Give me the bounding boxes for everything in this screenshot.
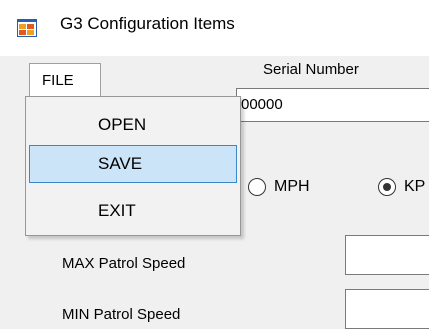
menu-item-open[interactable]: OPEN	[29, 106, 237, 144]
min-patrol-speed-label: MIN Patrol Speed	[62, 306, 181, 323]
mph-label: MPH	[274, 178, 310, 195]
menu-file-label: FILE	[42, 72, 74, 89]
menu-item-save[interactable]: SAVE	[29, 145, 237, 183]
serial-number-input[interactable]: 00000	[236, 88, 429, 122]
serial-number-value: 00000	[241, 96, 283, 113]
menu-item-save-label: SAVE	[98, 154, 143, 173]
file-dropdown-menu: OPEN SAVE EXIT	[25, 96, 241, 236]
app-window-icon	[17, 19, 37, 37]
min-patrol-speed-input[interactable]	[345, 289, 429, 329]
menu-item-exit[interactable]: EXIT	[29, 192, 237, 230]
mph-radio[interactable]	[248, 178, 266, 196]
menu-item-exit-label: EXIT	[98, 201, 136, 220]
menu-file[interactable]: FILE	[29, 63, 101, 97]
kph-radio[interactable]	[378, 178, 396, 196]
max-patrol-speed-label: MAX Patrol Speed	[62, 255, 186, 272]
serial-number-label: Serial Number	[263, 61, 359, 78]
kph-label: KP	[404, 178, 426, 195]
window-title: G3 Configuration Items	[60, 14, 235, 33]
menu-item-open-label: OPEN	[98, 115, 147, 134]
max-patrol-speed-input[interactable]	[345, 235, 429, 275]
